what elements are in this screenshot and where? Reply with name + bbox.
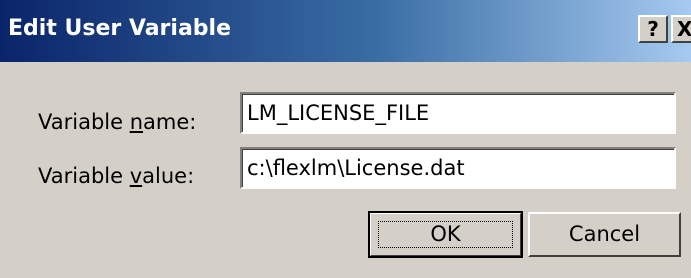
variable-value-label: Variable value: <box>38 164 194 188</box>
variable-name-label-post: ame: <box>143 110 197 134</box>
variable-value-label-pre: Variable <box>38 164 130 188</box>
variable-name-input[interactable] <box>240 92 676 134</box>
variable-name-label-accel: n <box>129 110 144 134</box>
close-button[interactable]: X <box>671 15 691 43</box>
help-button[interactable]: ? <box>638 15 668 43</box>
ok-button-label: OK <box>430 222 461 246</box>
variable-value-input[interactable] <box>240 147 676 189</box>
dialog-title: Edit User Variable <box>8 16 231 41</box>
cancel-button[interactable]: Cancel <box>528 212 681 257</box>
variable-name-label-pre: Variable <box>38 110 130 134</box>
ok-button[interactable]: OK <box>368 211 523 258</box>
variable-name-label: Variable name: <box>38 110 196 134</box>
title-bar[interactable]: Edit User Variable ? X <box>0 0 691 62</box>
variable-value-label-post: alue: <box>142 164 195 188</box>
variable-value-label-accel: v <box>129 164 143 188</box>
